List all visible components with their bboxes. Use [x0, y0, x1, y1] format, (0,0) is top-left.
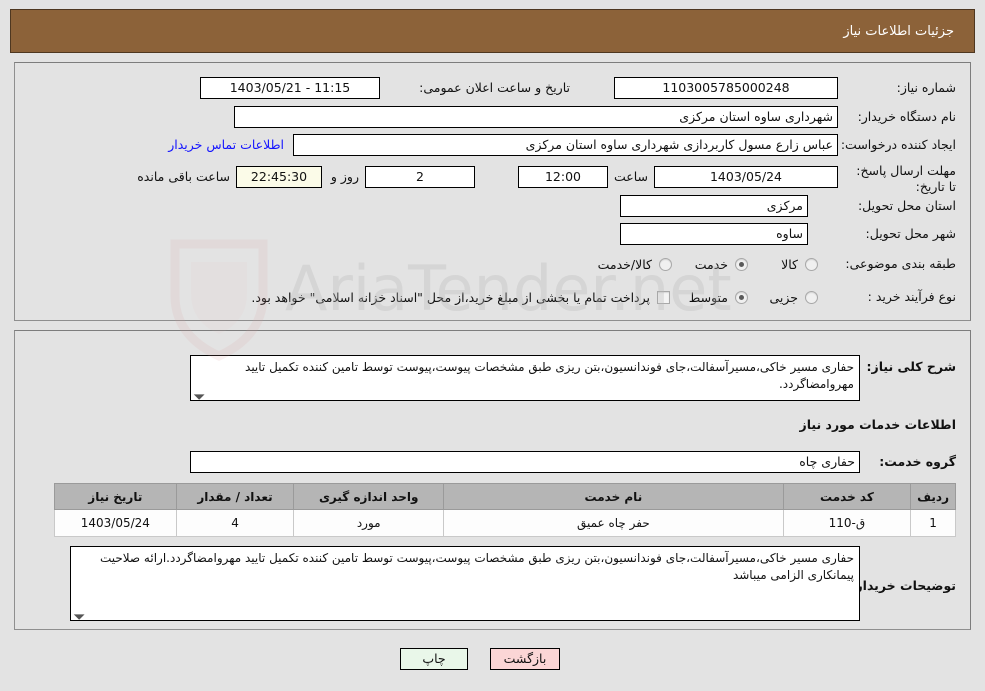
service-group-label: گروه خدمت:	[879, 454, 956, 469]
need-number-value: 1103005785000248	[614, 77, 838, 99]
page-title: جزئیات اطلاعات نیاز	[843, 23, 954, 39]
cell-service-code: ق-110	[782, 509, 912, 537]
buyer-notes-label: توضیحات خریدار:	[850, 578, 956, 593]
radio-category-kala[interactable]	[805, 258, 818, 271]
th-service-code: کد خدمت	[782, 483, 912, 510]
th-service-name: نام خدمت	[443, 483, 784, 510]
service-details-panel: شرح کلی نیاز: حفاری مسیر خاکی،مسیرآسفالت…	[14, 330, 971, 630]
general-desc-value: حفاری مسیر خاکی،مسیرآسفالت،جای فوندانسیو…	[245, 360, 854, 391]
city-value: ساوه	[620, 223, 808, 245]
services-table: ردیف کد خدمت نام خدمت واحد اندازه گیری ت…	[54, 483, 956, 537]
service-group-value: حفاری چاه	[190, 451, 860, 473]
back-button[interactable]: بازگشت	[490, 648, 560, 670]
th-unit: واحد اندازه گیری	[293, 483, 445, 510]
radio-process-jozei[interactable]	[805, 291, 818, 304]
print-button[interactable]: چاپ	[400, 648, 468, 670]
need-number-label: شماره نیاز:	[896, 80, 956, 95]
radio-category-kala-khedmat-label: کالا/خدمت	[597, 257, 652, 272]
cell-service-name: حفر چاه عمیق	[443, 509, 784, 537]
treasury-bonds-label: پرداخت تمام یا بخشی از مبلغ خرید،از محل …	[251, 290, 650, 305]
radio-process-jozei-label: جزیی	[769, 290, 798, 305]
buyer-contact-link[interactable]: اطلاعات تماس خریدار	[168, 137, 284, 152]
radio-category-khedmat[interactable]	[735, 258, 748, 271]
deadline-time-value: 12:00	[518, 166, 608, 188]
page-root: جزئیات اطلاعات نیاز AriaTender.net شماره…	[0, 0, 985, 691]
buyer-notes-textarea[interactable]: حفاری مسیر خاکی،مسیرآسفالت،جای فوندانسیو…	[70, 546, 860, 621]
cell-unit: مورد	[293, 509, 445, 537]
radio-category-khedmat-label: خدمت	[694, 257, 728, 272]
th-need-date: تاریخ نیاز	[54, 483, 177, 510]
requester-label: ایجاد کننده درخواست:	[840, 137, 956, 152]
resize-grip-icon[interactable]: ◢	[191, 387, 206, 400]
buyer-notes-value: حفاری مسیر خاکی،مسیرآسفالت،جای فوندانسیو…	[99, 551, 854, 582]
public-announce-value: 11:15 - 1403/05/21	[200, 77, 380, 99]
radio-category-kala-label: کالا	[781, 257, 798, 272]
page-header: جزئیات اطلاعات نیاز	[10, 9, 975, 53]
treasury-bonds-checkbox[interactable]	[657, 291, 670, 304]
category-label: طبقه بندی موضوعی:	[845, 256, 956, 271]
cell-quantity: 4	[175, 509, 295, 537]
requester-value: عباس زارع مسول کاربردازی شهرداری ساوه اس…	[293, 134, 838, 156]
radio-category-kala-khedmat[interactable]	[659, 258, 672, 271]
remaining-days-value: 2	[365, 166, 475, 188]
cell-need-date: 1403/05/24	[54, 509, 177, 537]
th-quantity: تعداد / مقدار	[175, 483, 295, 510]
process-label: نوع فرآیند خرید :	[867, 289, 956, 304]
city-label: شهر محل تحویل:	[865, 226, 956, 241]
general-desc-label: شرح کلی نیاز:	[866, 359, 956, 374]
buyer-org-value: شهرداری ساوه استان مرکزی	[234, 106, 838, 128]
services-section-title: اطلاعات خدمات مورد نیاز	[799, 417, 957, 432]
resize-grip-icon-2[interactable]: ◢	[71, 607, 86, 620]
province-value: مرکزی	[620, 195, 808, 217]
days-and-word-label: روز و	[330, 169, 359, 184]
table-header-row: ردیف کد خدمت نام خدمت واحد اندازه گیری ت…	[54, 483, 956, 510]
public-announce-label: تاریخ و ساعت اعلان عمومی:	[419, 80, 570, 95]
deadline-date-value: 1403/05/24	[654, 166, 838, 188]
remaining-time-value: 22:45:30	[236, 166, 322, 188]
radio-process-motavaset-label: متوسط	[688, 290, 728, 305]
province-label: استان محل تحویل:	[857, 198, 956, 213]
th-row-no: ردیف	[910, 483, 956, 510]
remaining-suffix-label: ساعت باقی مانده	[137, 169, 230, 184]
hour-word-label: ساعت	[613, 169, 648, 184]
general-desc-textarea[interactable]: حفاری مسیر خاکی،مسیرآسفالت،جای فوندانسیو…	[190, 355, 860, 401]
table-row[interactable]: 1 ق-110 حفر چاه عمیق مورد 4 1403/05/24	[54, 509, 956, 537]
need-info-panel: شماره نیاز: 1103005785000248 تاریخ و ساع…	[14, 62, 971, 321]
buyer-org-label: نام دستگاه خریدار:	[857, 109, 956, 124]
cell-row-no: 1	[910, 509, 956, 537]
deadline-label: مهلت ارسال پاسخ: تا تاریخ:	[856, 163, 956, 194]
radio-process-motavaset[interactable]	[735, 291, 748, 304]
